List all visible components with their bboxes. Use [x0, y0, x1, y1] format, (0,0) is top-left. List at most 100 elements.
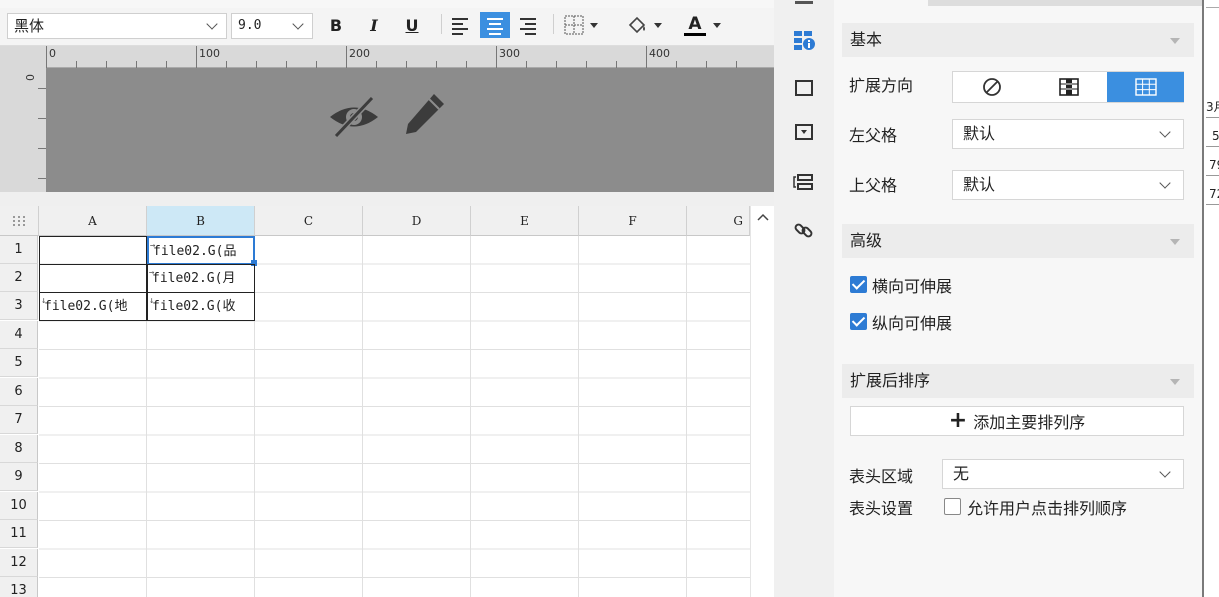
format-toolbar: 黑体 9.0 B I U A: [0, 0, 774, 46]
row-header[interactable]: 1: [0, 236, 38, 264]
left-parent-label: 左父格: [849, 126, 898, 145]
align-right-button[interactable]: [520, 12, 540, 38]
allow-sort-checkbox[interactable]: [944, 498, 961, 515]
hyperlink-tab[interactable]: [774, 210, 834, 250]
row-header[interactable]: 8: [0, 435, 38, 463]
cell-b1[interactable]: → file02.G(品: [147, 236, 255, 265]
vertical-scrollbar[interactable]: [750, 206, 774, 597]
font-family-value: 黑体: [14, 17, 45, 35]
widget-tab[interactable]: [774, 112, 834, 152]
cell-preview-area: 0 100 200 300 400 0: [0, 46, 774, 192]
cell-a2[interactable]: [39, 264, 147, 293]
cell-b3[interactable]: ↓ file02.G(收: [147, 292, 255, 321]
cell-b2[interactable]: → file02.G(月: [147, 264, 255, 293]
top-parent-value: 默认: [963, 175, 996, 194]
expand-right-icon: →: [149, 268, 155, 278]
row-header[interactable]: 6: [0, 378, 38, 406]
condition-tab[interactable]: [774, 162, 834, 202]
chevron-down-icon: [292, 18, 304, 30]
column-header-b[interactable]: B: [147, 206, 255, 236]
column-header-g[interactable]: G: [687, 206, 750, 236]
font-size-value: 9.0: [238, 18, 262, 33]
vertical-ruler: 0: [0, 68, 46, 192]
select-all-corner[interactable]: [0, 206, 39, 236]
edge-cell: [1206, 0, 1219, 8]
section-advanced[interactable]: 高级: [842, 224, 1194, 258]
hidden-eye-icon[interactable]: [326, 94, 382, 140]
ruler-mark: 200: [349, 47, 370, 60]
horizontal-expand-checkbox[interactable]: [850, 276, 867, 293]
no-expand-option[interactable]: [953, 72, 1030, 102]
cell-a1[interactable]: [39, 236, 147, 265]
cell-b3-value: file02.G(收: [152, 299, 236, 314]
pencil-edit-icon[interactable]: [402, 90, 448, 138]
toolbar-divider: [441, 14, 442, 34]
property-tabs: [774, 0, 834, 597]
row-header[interactable]: 12: [0, 549, 38, 577]
row-header[interactable]: 7: [0, 406, 38, 434]
row-header[interactable]: 9: [0, 463, 38, 491]
dropdown-arrow-icon: [590, 23, 598, 28]
collapse-icon: [1170, 38, 1180, 44]
header-area-select[interactable]: 无: [942, 459, 1184, 489]
underline-button[interactable]: U: [402, 12, 422, 38]
cell-attributes-icon: [794, 31, 815, 50]
dropdown-arrow-icon: [654, 23, 662, 28]
column-header-e[interactable]: E: [471, 206, 579, 236]
row-header[interactable]: 4: [0, 321, 38, 349]
vertical-expand-icon: [1058, 78, 1079, 96]
fill-color-button[interactable]: [625, 12, 669, 38]
cell-style-tab[interactable]: [774, 68, 834, 108]
align-center-button[interactable]: [480, 12, 510, 38]
edge-cell: 3月: [1206, 96, 1219, 118]
cell-b2-value: file02.G(月: [152, 271, 236, 286]
font-size-select[interactable]: 9.0: [231, 13, 313, 39]
toolbar-divider: [553, 14, 554, 34]
section-advanced-title: 高级: [850, 231, 883, 250]
row-header[interactable]: 2: [0, 264, 38, 292]
left-parent-value: 默认: [963, 124, 996, 143]
cell-attributes-tab[interactable]: [774, 20, 834, 60]
row-header[interactable]: 3: [0, 292, 38, 320]
square-outline-icon: [795, 80, 813, 96]
toolbar-top-strip: [0, 0, 774, 8]
header-settings-label: 表头设置: [849, 499, 914, 518]
cell-a3[interactable]: ↓ file02.G(地: [39, 292, 147, 321]
font-color-button[interactable]: A: [684, 12, 730, 38]
ruler-mark: 100: [199, 47, 220, 60]
row-header[interactable]: 10: [0, 492, 38, 520]
spreadsheet-grid: A B C D E F G 1 2 3 4 5 6 7 8 9 10 11 12…: [0, 206, 750, 597]
vertical-expand-checkbox[interactable]: [850, 313, 867, 330]
top-parent-label: 上父格: [849, 176, 898, 195]
section-basic[interactable]: 基本: [842, 23, 1194, 57]
column-header-a[interactable]: A: [39, 206, 147, 236]
italic-button[interactable]: I: [364, 12, 384, 38]
font-family-select[interactable]: 黑体: [7, 13, 227, 39]
column-header-f[interactable]: F: [579, 206, 687, 236]
collapse-icon: [1170, 379, 1180, 385]
paint-bucket-icon: [628, 16, 646, 34]
section-sort[interactable]: 扩展后排序: [842, 364, 1194, 398]
horizontal-expand-option[interactable]: [1107, 72, 1184, 102]
bold-icon: B: [329, 15, 343, 35]
top-parent-select[interactable]: 默认: [952, 170, 1184, 200]
chevron-down-icon: [1159, 126, 1171, 138]
splitter[interactable]: [0, 192, 774, 206]
ruler-mark: 400: [649, 47, 670, 60]
scroll-up-icon[interactable]: [756, 212, 770, 222]
column-header-d[interactable]: D: [363, 206, 471, 236]
column-header-c[interactable]: C: [255, 206, 363, 236]
align-left-button[interactable]: [452, 12, 472, 38]
row-header[interactable]: 5: [0, 349, 38, 377]
row-header[interactable]: 13: [0, 577, 38, 597]
grid-expand-icon: [1134, 78, 1157, 96]
left-parent-select[interactable]: 默认: [952, 119, 1184, 149]
condition-stack-icon: [793, 174, 813, 190]
add-primary-sort-button[interactable]: + 添加主要排列序: [850, 406, 1184, 436]
row-header[interactable]: 11: [0, 520, 38, 548]
border-button[interactable]: [563, 12, 607, 38]
vertical-expand-label: 纵向可伸展: [872, 314, 953, 333]
chevron-down-icon: [1159, 466, 1171, 478]
vertical-expand-option[interactable]: [1030, 72, 1107, 102]
bold-button[interactable]: B: [326, 12, 346, 38]
